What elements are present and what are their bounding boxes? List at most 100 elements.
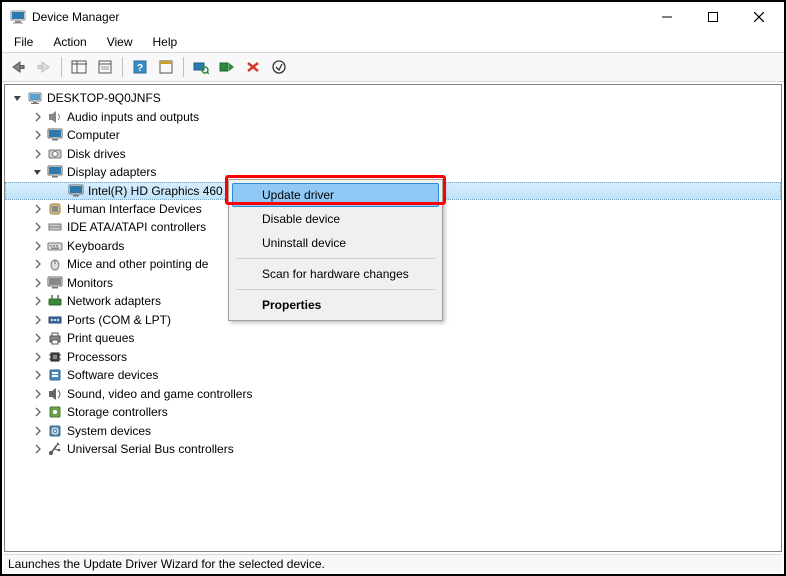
system-icon	[47, 423, 63, 439]
menubar: File Action View Help	[2, 32, 784, 52]
tree-node-label: Human Interface Devices	[67, 202, 202, 216]
show-hide-tree-button[interactable]	[67, 55, 91, 79]
expand-icon[interactable]	[31, 239, 45, 253]
expander-spacer	[52, 184, 66, 198]
sound-icon	[47, 386, 63, 402]
tree-node-label: IDE ATA/ATAPI controllers	[67, 220, 206, 234]
tree-node-label: Keyboards	[67, 239, 124, 253]
context-menu-item-properties[interactable]: Properties	[232, 293, 439, 317]
tree-node-label: Sound, video and game controllers	[67, 387, 252, 401]
expand-icon[interactable]	[31, 147, 45, 161]
tree-node-label: Software devices	[67, 368, 158, 382]
tree-node-label: Mice and other pointing de	[67, 257, 208, 271]
tree-node-label: Monitors	[67, 276, 113, 290]
context-menu-item-scan-for-hardware-changes[interactable]: Scan for hardware changes	[232, 262, 439, 286]
tree-node-cat-1[interactable]: Computer	[5, 126, 781, 145]
tree-node-label: Ports (COM & LPT)	[67, 313, 171, 327]
tree-node-cat-13[interactable]: Software devices	[5, 366, 781, 385]
expand-icon[interactable]	[31, 220, 45, 234]
toolbar-separator	[61, 57, 62, 77]
back-button[interactable]	[6, 55, 30, 79]
speaker-icon	[47, 109, 63, 125]
expand-icon[interactable]	[31, 257, 45, 271]
toolbar-separator	[122, 57, 123, 77]
tree-node-cat-2[interactable]: Disk drives	[5, 145, 781, 164]
context-menu: Update driverDisable deviceUninstall dev…	[228, 179, 443, 321]
expand-icon[interactable]	[31, 368, 45, 382]
computer-icon	[27, 90, 43, 106]
expand-icon[interactable]	[31, 350, 45, 364]
tree-node-cat-14[interactable]: Sound, video and game controllers	[5, 385, 781, 404]
tree-node-label: Universal Serial Bus controllers	[67, 442, 234, 456]
tree-node-label: System devices	[67, 424, 151, 438]
network-icon	[47, 293, 63, 309]
scan-hardware-button[interactable]	[189, 55, 213, 79]
storage-icon	[47, 404, 63, 420]
port-icon	[47, 312, 63, 328]
tree-node-cat-11[interactable]: Print queues	[5, 329, 781, 348]
tree-node-label: Processors	[67, 350, 127, 364]
expand-icon[interactable]	[31, 276, 45, 290]
tree-node-label: Intel(R) HD Graphics 460	[88, 184, 223, 198]
action-button[interactable]	[154, 55, 178, 79]
printer-icon	[47, 330, 63, 346]
tree-node-cat-17[interactable]: Universal Serial Bus controllers	[5, 440, 781, 459]
monitor-icon	[47, 275, 63, 291]
usb-icon	[47, 441, 63, 457]
tree-node-cat-16[interactable]: System devices	[5, 422, 781, 441]
expand-icon[interactable]	[31, 294, 45, 308]
tree-node-cat-15[interactable]: Storage controllers	[5, 403, 781, 422]
monitor-blue-icon	[68, 183, 84, 199]
titlebar: Device Manager	[2, 2, 784, 32]
expand-icon[interactable]	[31, 442, 45, 456]
tree-node-label: Storage controllers	[67, 405, 168, 419]
expand-icon[interactable]	[31, 331, 45, 345]
collapse-icon[interactable]	[31, 165, 45, 179]
expand-icon[interactable]	[31, 110, 45, 124]
tree-node-cat-12[interactable]: Processors	[5, 348, 781, 367]
tree-node-label: Audio inputs and outputs	[67, 110, 199, 124]
ide-icon	[47, 219, 63, 235]
update-driver-button[interactable]	[215, 55, 239, 79]
drive-icon	[47, 146, 63, 162]
menu-action[interactable]: Action	[45, 33, 94, 51]
app-icon	[10, 9, 26, 25]
tree-node-root[interactable]: DESKTOP-9Q0JNFS	[5, 89, 781, 108]
collapse-icon[interactable]	[11, 91, 25, 105]
expand-icon[interactable]	[31, 128, 45, 142]
window-controls	[644, 2, 782, 32]
maximize-button[interactable]	[690, 2, 736, 32]
mouse-icon	[47, 256, 63, 272]
expand-icon[interactable]	[31, 202, 45, 216]
window-title: Device Manager	[32, 10, 644, 24]
tree-node-label: Print queues	[67, 331, 134, 345]
expand-icon[interactable]	[31, 387, 45, 401]
tree-node-label: Display adapters	[67, 165, 156, 179]
context-menu-item-uninstall-device[interactable]: Uninstall device	[232, 231, 439, 255]
software-icon	[47, 367, 63, 383]
properties-button[interactable]	[93, 55, 117, 79]
tree-node-label: DESKTOP-9Q0JNFS	[47, 91, 161, 105]
menu-view[interactable]: View	[99, 33, 141, 51]
forward-button[interactable]	[32, 55, 56, 79]
close-button[interactable]	[736, 2, 782, 32]
menu-file[interactable]: File	[6, 33, 41, 51]
svg-text:?: ?	[137, 63, 143, 74]
monitor-blue-icon	[47, 127, 63, 143]
tree-node-label: Computer	[67, 128, 120, 142]
tree-node-label: Network adapters	[67, 294, 161, 308]
tree-node-cat-0[interactable]: Audio inputs and outputs	[5, 108, 781, 127]
disable-button[interactable]	[267, 55, 291, 79]
context-menu-separator	[236, 258, 435, 259]
statusbar: Launches the Update Driver Wizard for th…	[4, 554, 782, 572]
uninstall-button[interactable]	[241, 55, 265, 79]
minimize-button[interactable]	[644, 2, 690, 32]
context-menu-item-disable-device[interactable]: Disable device	[232, 207, 439, 231]
help-button[interactable]: ?	[128, 55, 152, 79]
expand-icon[interactable]	[31, 424, 45, 438]
expand-icon[interactable]	[31, 313, 45, 327]
menu-help[interactable]: Help	[145, 33, 186, 51]
hid-icon	[47, 201, 63, 217]
context-menu-item-update-driver[interactable]: Update driver	[232, 183, 439, 207]
expand-icon[interactable]	[31, 405, 45, 419]
